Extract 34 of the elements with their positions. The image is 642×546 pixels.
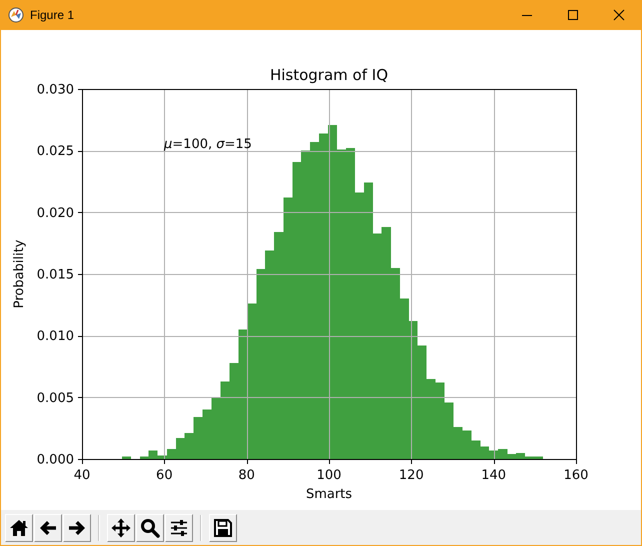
maximize-icon[interactable] — [567, 9, 579, 21]
back-button[interactable] — [34, 514, 62, 542]
x-tick-label: 120 — [398, 468, 424, 483]
configure-button[interactable] — [165, 514, 193, 542]
pan-button[interactable] — [107, 514, 135, 542]
close-icon[interactable] — [613, 9, 625, 21]
x-tick-label: 100 — [316, 468, 342, 483]
y-tick-label: 0.010 — [36, 329, 74, 344]
y-tick-label: 0.030 — [36, 82, 74, 98]
sliders-icon — [169, 518, 189, 538]
chart-title: Histogram of IQ — [270, 66, 388, 84]
x-tick-label: 160 — [564, 468, 588, 483]
window-title: Figure 1 — [30, 8, 74, 22]
x-tick-label: 140 — [481, 468, 506, 483]
zoom-button[interactable] — [136, 514, 164, 542]
home-icon — [9, 518, 29, 538]
annotation-text: μ=100, σ=15 — [164, 137, 252, 153]
x-axis-label: Smarts — [306, 487, 352, 502]
search-icon — [140, 518, 160, 538]
y-tick-label: 0.020 — [36, 206, 74, 221]
y-tick-label: 0.015 — [36, 268, 74, 282]
y-axis-label: Probability — [12, 240, 27, 308]
move-arrows-icon — [111, 518, 131, 538]
y-tick-label: 0.000 — [36, 452, 74, 468]
x-tick-label: 60 — [156, 468, 173, 483]
save-button[interactable] — [209, 514, 237, 542]
y-tick-label: 0.025 — [36, 144, 74, 160]
x-tick-label: 80 — [238, 468, 255, 483]
forward-button[interactable] — [63, 514, 91, 542]
y-tick-label: 0.005 — [36, 390, 74, 406]
app-icon — [8, 7, 24, 23]
x-tick-label: 40 — [74, 468, 90, 483]
save-icon — [213, 518, 233, 538]
home-button[interactable] — [5, 514, 33, 542]
